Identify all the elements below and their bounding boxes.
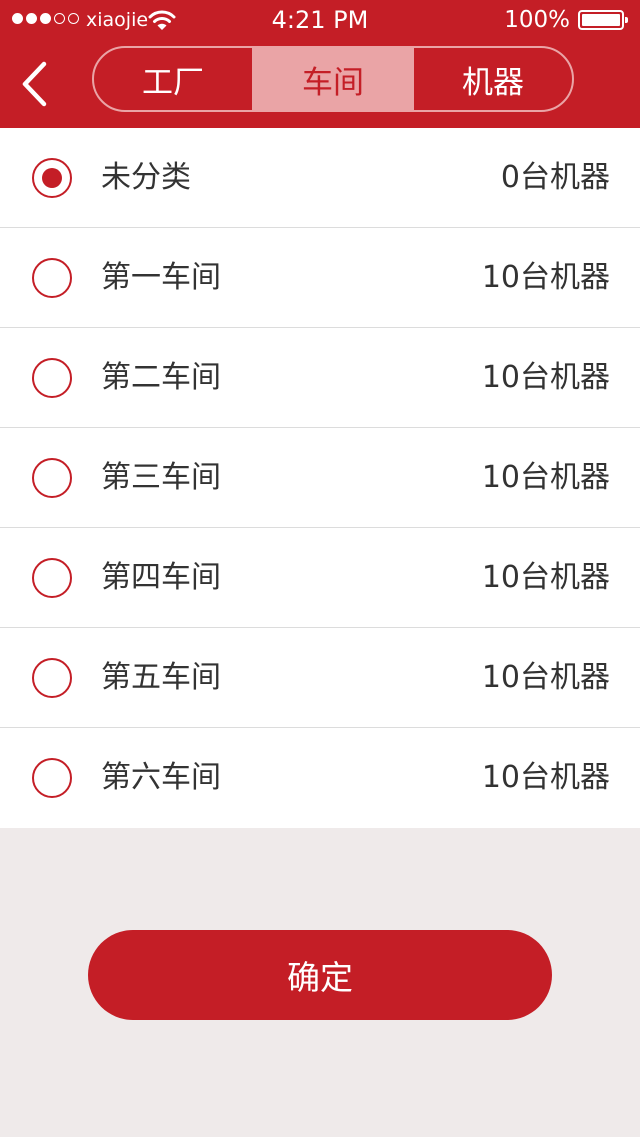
battery-percentage: 100% xyxy=(504,7,570,33)
back-button[interactable] xyxy=(14,56,58,112)
list-item[interactable]: 第二车间 10台机器 xyxy=(0,328,640,428)
workshop-name: 第四车间 xyxy=(101,560,221,595)
list-item[interactable]: 第一车间 10台机器 xyxy=(0,228,640,328)
status-bar: xiaojie 4:21 PM 100% xyxy=(0,0,640,40)
tab-factory[interactable]: 工厂 xyxy=(94,48,252,110)
tab-machine[interactable]: 机器 xyxy=(412,48,572,110)
radio-button[interactable] xyxy=(32,758,72,798)
machine-count: 0台机器 xyxy=(500,160,610,195)
radio-button[interactable] xyxy=(32,658,72,698)
list-item[interactable]: 第六车间 10台机器 xyxy=(0,728,640,828)
radio-button[interactable] xyxy=(32,258,72,298)
machine-count: 10台机器 xyxy=(481,560,610,595)
machine-count: 10台机器 xyxy=(481,360,610,395)
machine-count: 10台机器 xyxy=(481,460,610,495)
tab-workshop[interactable]: 车间 xyxy=(252,48,412,110)
radio-button[interactable] xyxy=(32,158,72,198)
list-item[interactable]: 第四车间 10台机器 xyxy=(0,528,640,628)
radio-button[interactable] xyxy=(32,458,72,498)
chevron-left-icon xyxy=(22,61,47,107)
workshop-name: 第二车间 xyxy=(101,360,221,395)
workshop-list: 未分类 0台机器 第一车间 10台机器 第二车间 10台机器 第三车间 10台机… xyxy=(0,128,640,828)
list-item[interactable]: 第五车间 10台机器 xyxy=(0,628,640,728)
machine-count: 10台机器 xyxy=(481,260,610,295)
list-item[interactable]: 未分类 0台机器 xyxy=(0,128,640,228)
machine-count: 10台机器 xyxy=(481,660,610,695)
radio-button[interactable] xyxy=(32,558,72,598)
battery-level xyxy=(582,14,620,26)
workshop-name: 第三车间 xyxy=(101,460,221,495)
confirm-button[interactable]: 确定 xyxy=(88,930,552,1020)
radio-selected-dot xyxy=(42,168,62,188)
workshop-name: 第一车间 xyxy=(101,260,221,295)
battery-icon xyxy=(578,10,628,30)
app-header: xiaojie 4:21 PM 100% 工厂 车间 机器 xyxy=(0,0,640,128)
workshop-name: 未分类 xyxy=(101,160,191,195)
workshop-name: 第六车间 xyxy=(101,760,221,795)
list-item[interactable]: 第三车间 10台机器 xyxy=(0,428,640,528)
segmented-control: 工厂 车间 机器 xyxy=(92,46,574,112)
machine-count: 10台机器 xyxy=(481,760,610,795)
workshop-name: 第五车间 xyxy=(101,660,221,695)
radio-button[interactable] xyxy=(32,358,72,398)
